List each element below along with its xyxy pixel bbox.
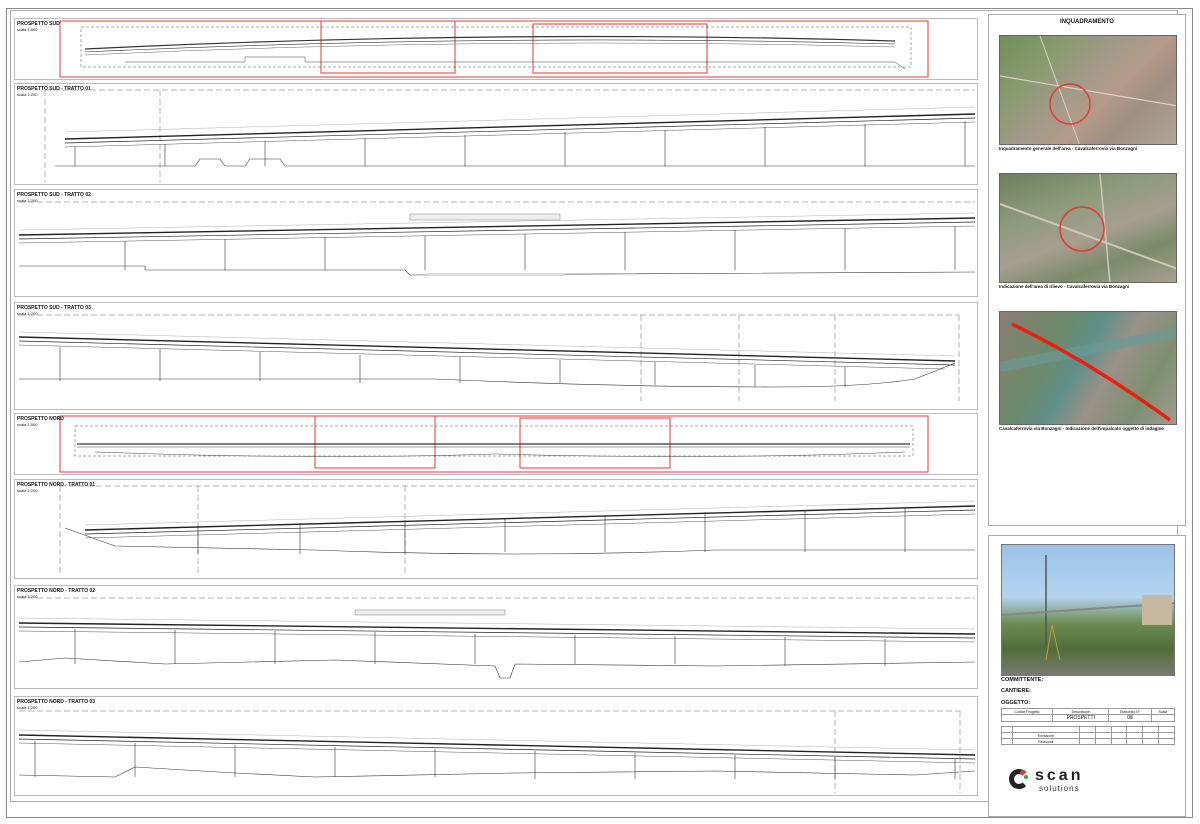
panel-prospetto-nord-tratto-02: PROSPETTO NORD - TRATTO 02 scala 1:200 bbox=[14, 585, 978, 689]
committente-label: COMMITTENTE: bbox=[1001, 677, 1044, 683]
codice-progetto-value bbox=[1001, 714, 1053, 722]
sidebar-inquadramento: INQUADRAMENTO Inquadramento generale del… bbox=[988, 14, 1186, 526]
panel-prospetto-sud: PROSPETTO SUD scala 1:500 bbox=[14, 18, 978, 80]
revision-table: Emissione Revisione bbox=[1001, 726, 1175, 745]
elevation-drawing bbox=[18, 597, 976, 679]
elevation-drawing bbox=[59, 485, 976, 576]
logo-name: scan bbox=[1035, 767, 1084, 784]
panel-prospetto-nord: PROSPETTO NORD scala 1:500 bbox=[14, 413, 978, 475]
scala-value bbox=[1150, 714, 1176, 722]
company-logo: scan solutions bbox=[1009, 767, 1119, 793]
elevation-drawing bbox=[44, 89, 976, 182]
sidebar-title-block: COMMITTENTE: CANTIERE: OGGETTO: Codice P… bbox=[988, 535, 1186, 817]
logo-dot-green-icon bbox=[1024, 775, 1028, 779]
drawing-info-table: Codice Progetto Descrizione Elaborato N°… bbox=[1001, 708, 1176, 722]
elevation-drawing bbox=[18, 710, 976, 793]
descrizione-value: PROSPETTI bbox=[1051, 714, 1110, 722]
panel-prospetto-nord-tratto-03: PROSPETTO NORD - TRATTO 03 scala 1:200 bbox=[14, 696, 978, 796]
revisione-label: Revisione bbox=[1012, 738, 1080, 745]
elevation-drawing bbox=[18, 201, 976, 276]
panel-prospetto-sud-tratto-03: PROSPETTO SUD - TRATTO 03 scala 1:200 bbox=[14, 302, 978, 410]
panel-prospetto-sud-tratto-01: PROSPETTO SUD - TRATTO 01 scala 1:200 bbox=[14, 83, 978, 185]
panel-prospetto-sud-tratto-02: PROSPETTO SUD - TRATTO 02 scala 1:200 bbox=[14, 189, 978, 297]
caption-deck: Cavalcaferrovia via Bonzagni - Indicazio… bbox=[999, 426, 1164, 431]
aerial-overlay bbox=[1000, 322, 1176, 422]
aerial-overlay bbox=[1000, 36, 1176, 144]
elevation-drawing bbox=[59, 415, 929, 473]
aerial-overlay bbox=[1000, 174, 1176, 282]
cantiere-label: CANTIERE: bbox=[1001, 688, 1031, 694]
photo-overlay bbox=[1002, 555, 1174, 661]
logo-subtitle: solutions bbox=[1039, 784, 1080, 793]
sidebar-heading: INQUADRAMENTO bbox=[1060, 19, 1114, 25]
caption-overview: Inquadramento generale dell'area - Caval… bbox=[999, 146, 1138, 151]
logo-mark-icon bbox=[1009, 769, 1029, 789]
aerial-map-overview bbox=[999, 35, 1177, 145]
elevation-drawing bbox=[59, 20, 929, 78]
caption-survey-area: Indicazione dell'area di rilievo - Caval… bbox=[999, 284, 1130, 289]
aerial-map-survey-area bbox=[999, 173, 1177, 283]
oggetto-label: OGGETTO: bbox=[1001, 700, 1031, 706]
panel-prospetto-nord-tratto-01: PROSPETTO NORD - TRATTO 01 scala 1:200 bbox=[14, 479, 978, 579]
aerial-map-deck bbox=[999, 311, 1177, 425]
site-photo bbox=[1001, 544, 1175, 676]
elevation-drawing bbox=[18, 314, 960, 401]
elaborato-value: 08 bbox=[1108, 714, 1152, 722]
